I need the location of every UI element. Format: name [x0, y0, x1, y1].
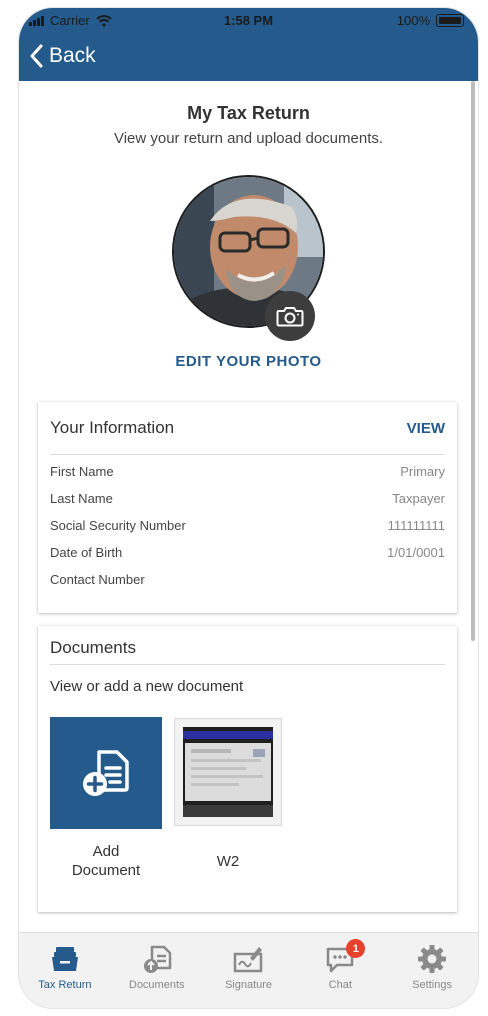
divider — [50, 664, 445, 665]
back-label: Back — [49, 44, 96, 67]
info-row-last-name: Last Name Taxpayer — [50, 491, 445, 506]
tab-signature[interactable]: Signature — [203, 933, 295, 1008]
battery-icon — [436, 14, 464, 27]
page-title: My Tax Return — [187, 103, 310, 123]
divider — [50, 454, 445, 455]
documents-title: Documents — [50, 638, 136, 657]
info-row-date-of-birth: Date of Birth 1/01/0001 — [50, 545, 445, 560]
change-photo-button[interactable] — [265, 291, 315, 341]
info-row-contact-number: Contact Number — [50, 572, 145, 587]
tab-documents[interactable]: Documents — [111, 933, 203, 1008]
document-preview-image — [183, 727, 273, 817]
chevron-left-icon — [30, 44, 43, 68]
your-information-card: Your Information VIEW First Name Primary… — [38, 402, 457, 613]
app-header: Carrier 1:58 PM 100% Back — [19, 8, 478, 81]
tab-label: Signature — [224, 979, 273, 991]
back-button[interactable]: Back — [29, 40, 96, 72]
add-document-icon — [83, 750, 129, 796]
info-row-ssn: Social Security Number 111111111 — [50, 518, 445, 533]
your-information-title: Your Information — [50, 418, 175, 437]
tab-tax-return[interactable]: Tax Return — [19, 933, 111, 1008]
tab-label: Tax Return — [38, 979, 92, 991]
chat-unread-badge: 1 — [346, 939, 366, 958]
tab-label: Chat — [328, 979, 352, 991]
documents-card: Documents View or add a new document Add… — [38, 626, 457, 912]
w2-document-thumbnail[interactable] — [174, 718, 282, 826]
phone-screen: Carrier 1:58 PM 100% Back My Tax Return — [19, 8, 478, 1008]
main-content[interactable]: My Tax Return View your return and uploa… — [19, 81, 478, 933]
w2-document-label: W2 — [216, 853, 240, 870]
documents-icon — [143, 945, 171, 973]
tab-label: Documents — [128, 979, 185, 991]
gear-icon — [418, 945, 447, 973]
documents-subtitle: View or add a new document — [50, 678, 244, 695]
add-document-button[interactable] — [50, 717, 162, 829]
camera-icon — [276, 307, 304, 327]
tab-label: Settings — [412, 979, 452, 991]
add-document-label: Add Document — [71, 843, 141, 879]
view-information-link[interactable]: VIEW — [407, 420, 445, 437]
info-row-first-name: First Name Primary — [50, 464, 445, 479]
tax-return-icon — [51, 947, 78, 971]
signature-icon — [234, 947, 263, 973]
battery-percent: 100% — [396, 13, 430, 28]
tab-chat[interactable]: 1 Chat — [294, 933, 386, 1008]
tab-settings[interactable]: Settings — [386, 933, 478, 1008]
tab-bar: Tax Return Documents Signature 1 Chat Se… — [19, 932, 478, 1008]
edit-photo-link[interactable]: EDIT YOUR PHOTO — [19, 353, 478, 370]
status-bar: Carrier 1:58 PM 100% — [19, 8, 478, 34]
page-subtitle: View your return and upload documents. — [113, 130, 384, 147]
